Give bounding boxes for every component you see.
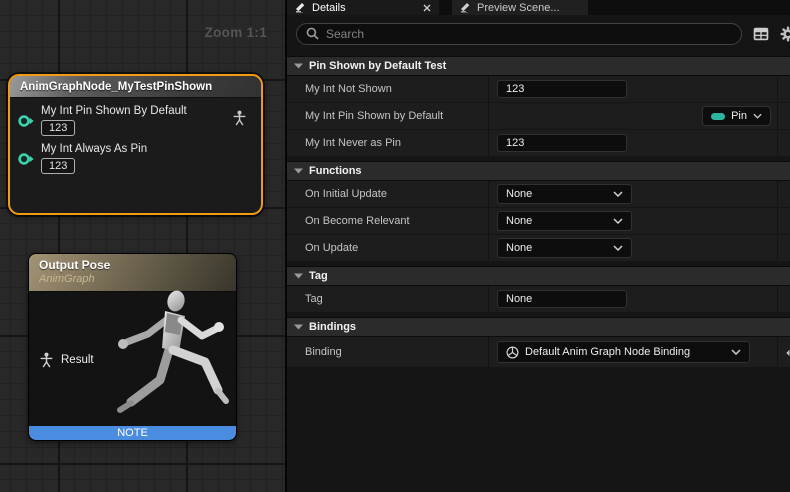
search-box[interactable] [296,23,742,45]
row-on-update: On Update None [287,235,790,262]
panel-tab-bar: Details Preview Scene... [287,0,790,15]
int-pin-icon[interactable] [17,114,35,128]
result-pin-label: Result [61,354,94,366]
details-tab-icon [295,2,306,13]
tab-label: Details [312,2,346,14]
node-output-header[interactable]: Output Pose AnimGraph [29,254,236,292]
reset-to-default-icon[interactable]: ↩ [786,346,790,359]
preview-scene-tab-icon [460,2,471,13]
chevron-down-icon [294,273,303,279]
my-int-never-as-pin-input[interactable] [497,134,627,152]
node-title: Output Pose [39,258,236,272]
binding-icon [506,346,519,359]
binding-value: Default Anim Graph Node Binding [525,346,690,358]
my-int-not-shown-input[interactable] [497,80,627,98]
int-pin-icon[interactable] [17,152,35,166]
row-my-int-never-as-pin: My Int Never as Pin [287,130,790,157]
details-panel: Details Preview Scene... [285,0,790,492]
category-header[interactable]: Pin Shown by Default Test [287,56,790,76]
category-title: Pin Shown by Default Test [309,60,446,72]
pin-label: My Int Always As Pin [41,143,147,155]
search-icon [306,27,319,40]
row-on-become-relevant: On Become Relevant None [287,208,790,235]
pin-default-value[interactable]: 123 [41,120,75,136]
dropdown-value: None [506,215,532,227]
property-label: Tag [287,286,489,312]
tab-label: Preview Scene... [477,2,560,14]
close-tab-icon[interactable] [423,4,431,12]
category-title: Tag [309,270,328,282]
property-label: Binding [287,337,489,367]
node-title[interactable]: AnimGraphNode_MyTestPinShown [10,76,261,98]
pin-default-value[interactable]: 123 [41,158,75,174]
chevron-down-icon [753,113,762,119]
row-my-int-pin-shown-by-default: My Int Pin Shown by Default Pin [287,103,790,130]
row-binding: Binding Default Anim Graph Node Binding [287,337,790,368]
category-title: Bindings [309,321,356,333]
chevron-down-icon [294,63,303,69]
section-pin-shown-by-default-test: Pin Shown by Default Test My Int Not Sho… [287,56,790,157]
details-empty-area [287,368,790,492]
person-icon [39,352,54,368]
person-icon [232,110,247,131]
binding-dropdown[interactable]: Default Anim Graph Node Binding [497,341,750,363]
chevron-down-icon [613,191,623,197]
pin-mode-value: Pin [731,110,747,122]
chevron-down-icon [294,324,303,330]
property-label: On Become Relevant [287,208,489,234]
property-label: On Initial Update [287,181,489,207]
row-on-initial-update: On Initial Update None [287,181,790,208]
chevron-down-icon [613,245,623,251]
pin-row-my-int-always-as-pin: My Int Always As Pin 123 [10,143,261,174]
property-label: My Int Pin Shown by Default [287,103,489,129]
chevron-down-icon [613,218,623,224]
chevron-down-icon [731,349,741,355]
category-header[interactable]: Bindings [287,317,790,337]
tab-details[interactable]: Details [287,0,439,15]
node-note-banner[interactable]: NOTE [29,426,236,440]
node-subtitle: AnimGraph [39,273,236,285]
node-animgraphnode-mytestpinshown[interactable]: AnimGraphNode_MyTestPinShown My Int Pin … [8,74,263,215]
property-label: My Int Never as Pin [287,130,489,156]
pin-mode-dropdown[interactable]: Pin [702,106,771,126]
on-become-relevant-dropdown[interactable]: None [497,211,632,231]
tab-preview-scene[interactable]: Preview Scene... [452,0,588,15]
unreal-editor-window: Zoom 1:1 AnimGraphNode_MyTestPinShown My… [0,0,790,492]
pin-label: My Int Pin Shown By Default [41,105,187,117]
chevron-down-icon [294,168,303,174]
category-title: Functions [309,165,362,177]
animgraph-canvas[interactable]: Zoom 1:1 AnimGraphNode_MyTestPinShown My… [0,0,285,492]
row-tag: Tag [287,286,790,313]
section-bindings: Bindings Binding Default Anim Graph Node… [287,317,790,368]
node-output-pose[interactable]: Output Pose AnimGraph [28,253,237,441]
property-label: My Int Not Shown [287,76,489,102]
on-update-dropdown[interactable]: None [497,238,632,258]
details-toolbar [287,15,790,52]
dropdown-value: None [506,188,532,200]
zoom-level-indicator: Zoom 1:1 [197,25,267,40]
on-initial-update-dropdown[interactable]: None [497,184,632,204]
row-my-int-not-shown: My Int Not Shown [287,76,790,103]
property-label: On Update [287,235,489,261]
tag-input[interactable] [497,290,627,308]
running-mannequin-image [115,290,233,420]
dropdown-value: None [506,242,532,254]
result-pose-pin[interactable]: Result [39,352,94,368]
category-header[interactable]: Tag [287,266,790,286]
gear-icon[interactable] [780,26,790,42]
display-filter-icon[interactable] [753,27,769,41]
section-functions: Functions On Initial Update None On Beco… [287,161,790,262]
pin-pill-icon [711,113,725,120]
section-tag: Tag Tag [287,266,790,313]
category-header[interactable]: Functions [287,161,790,181]
pin-row-my-int-pin-shown-by-default: My Int Pin Shown By Default 123 [10,105,261,136]
search-input[interactable] [326,27,732,41]
